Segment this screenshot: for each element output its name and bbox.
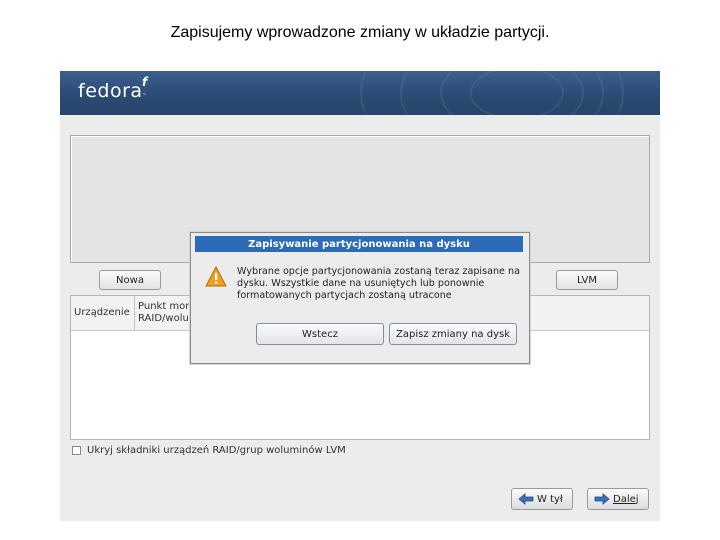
hide-raid-lvm-label: Ukryj składniki urządzeń RAID/grup wolum… xyxy=(87,445,346,456)
warning-icon xyxy=(205,265,227,288)
next-button[interactable]: Dalej xyxy=(587,488,649,510)
write-changes-dialog: Zapisywanie partycjonowania na dysku Wyb… xyxy=(190,232,530,364)
fedora-banner: fedora f ™ xyxy=(60,71,660,115)
hide-raid-lvm-checkbox[interactable] xyxy=(72,446,81,455)
back-button[interactable]: W tył xyxy=(511,488,573,510)
slide-caption: Zapisujemy wprowadzone zmiany w układzie… xyxy=(170,24,550,41)
dialog-title: Zapisywanie partycjonowania na dysku xyxy=(195,236,523,252)
arrow-right-icon xyxy=(594,493,610,505)
arrow-left-icon xyxy=(518,493,534,505)
dialog-message: Wybrane opcje partycjonowania zostaną te… xyxy=(237,266,520,301)
fedora-logo: fedora xyxy=(78,80,143,102)
dialog-back-button[interactable]: Wstecz xyxy=(256,323,384,345)
column-header-device[interactable]: Urządzenie xyxy=(71,296,135,330)
hide-raid-lvm-option[interactable]: Ukryj składniki urządzeń RAID/grup wolum… xyxy=(72,445,346,456)
column-header-mount-point[interactable]: Punkt mon RAID/wolu xyxy=(135,296,195,330)
fedora-infinity-icon: f xyxy=(142,75,148,89)
trademark-mark: ™ xyxy=(142,93,147,99)
new-partition-button[interactable]: Nowa xyxy=(99,270,161,290)
write-to-disk-button[interactable]: Zapisz zmiany na dysk xyxy=(389,323,517,345)
lvm-button[interactable]: LVM xyxy=(556,270,618,290)
